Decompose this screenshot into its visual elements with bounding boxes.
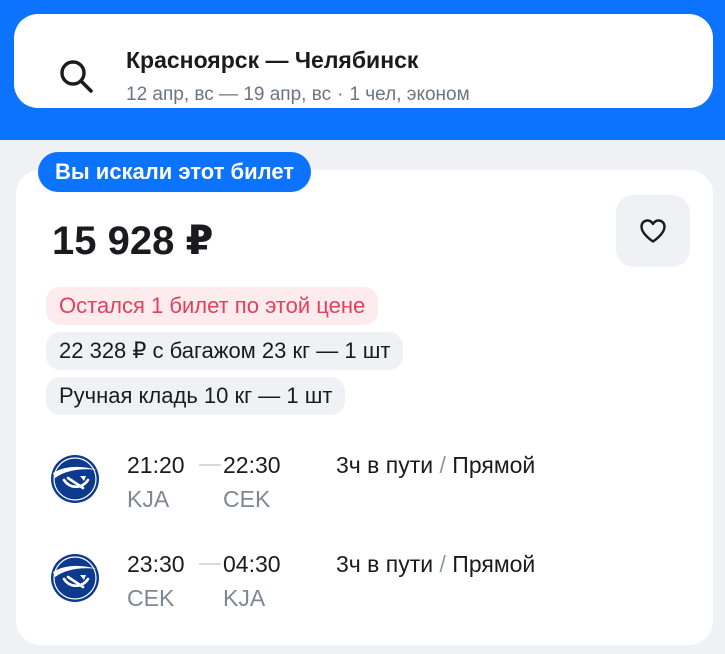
search-details: 12 апр, вс — 19 апр, вс · 1 чел, эконом: [126, 84, 470, 106]
search-icon: [60, 60, 93, 93]
flight-duration: 3ч в пути / Прямой: [336, 452, 535, 479]
arrival-time: 04:30: [223, 551, 281, 577]
departure-time: 23:30: [127, 551, 185, 577]
separator-dot: ·: [337, 84, 344, 105]
baggage-option[interactable]: 22 328 ₽ с багажом 23 кг — 1 шт: [46, 332, 404, 370]
heart-icon: [640, 219, 666, 243]
hand-luggage-info: Ручная кладь 10 кг — 1 шт: [46, 377, 346, 415]
favorite-button[interactable]: [616, 195, 690, 267]
time-dash: [199, 563, 221, 565]
searched-ticket-badge: Вы искали этот билет: [38, 152, 312, 192]
arrival-time: 22:30: [223, 452, 281, 478]
arrival-airport: KJA: [223, 585, 266, 611]
passengers-class: 1 чел, эконом: [349, 84, 470, 105]
time-dash: [199, 464, 221, 466]
duration-separator: /: [439, 551, 446, 577]
duration-text: 3ч в пути: [336, 452, 434, 478]
flight-duration: 3ч в пути / Прямой: [336, 551, 535, 578]
search-summary-bar[interactable]: Красноярск — Челябинск 12 апр, вс — 19 а…: [14, 14, 713, 108]
aeroflot-logo-icon: [51, 554, 99, 602]
ticket-price: 15 928 ₽: [52, 219, 214, 263]
departure-time: 21:20: [127, 452, 185, 478]
route-title: Красноярск — Челябинск: [126, 47, 419, 73]
travel-dates: 12 апр, вс — 19 апр, вс: [126, 84, 332, 105]
last-ticket-warning: Остался 1 билет по этой цене: [46, 287, 379, 325]
flight-type: Прямой: [452, 551, 536, 577]
arrival-airport: CEK: [223, 486, 271, 512]
aeroflot-logo-icon: [51, 455, 99, 503]
duration-separator: /: [439, 452, 446, 478]
flight-type: Прямой: [452, 452, 536, 478]
departure-airport: KJA: [127, 486, 170, 512]
departure-airport: CEK: [127, 585, 175, 611]
duration-text: 3ч в пути: [336, 551, 434, 577]
